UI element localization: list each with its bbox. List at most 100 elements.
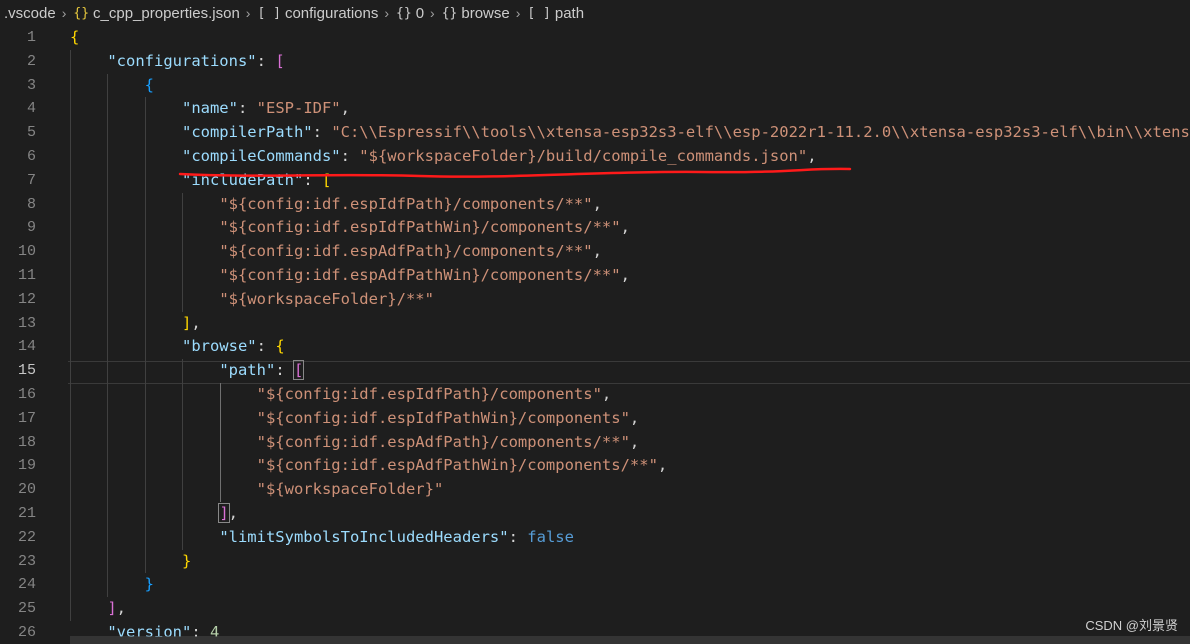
- chevron-right-icon: ›: [61, 5, 67, 21]
- code-token: "${config:idf.espIdfPathWin}/components": [256, 408, 630, 427]
- horizontal-scrollbar[interactable]: [70, 636, 1190, 644]
- code-text: {: [70, 26, 79, 50]
- breadcrumb-label: configurations: [284, 4, 379, 22]
- code-line[interactable]: 13 ],: [0, 312, 1190, 336]
- breadcrumb-item[interactable]: {} browse: [442, 5, 510, 22]
- breadcrumb-label: 0: [415, 4, 425, 22]
- breadcrumb-item[interactable]: [ ] path: [527, 5, 584, 22]
- code-token: :: [256, 51, 276, 70]
- code-text: "${workspaceFolder}/**": [70, 288, 434, 312]
- code-token: ]: [107, 599, 117, 618]
- indent-guide: [144, 97, 146, 574]
- breadcrumb: .vscode › {} c_cpp_properties.json › [ ] confi…: [0, 0, 1190, 26]
- code-token: }: [181, 551, 192, 570]
- code-line[interactable]: 19 "${config:idf.espAdfPathWin}/componen…: [0, 454, 1190, 478]
- line-number: 6: [26, 148, 36, 165]
- line-number: 16: [17, 386, 36, 403]
- code-token: ,: [228, 504, 238, 522]
- code-line[interactable]: 2 "configurations": [: [0, 50, 1190, 74]
- line-number: 8: [26, 195, 36, 213]
- code-text: "browse": {: [70, 335, 285, 359]
- code-token: false: [527, 527, 574, 546]
- line-number: 18: [17, 433, 36, 451]
- code-text: {: [70, 74, 154, 98]
- breadcrumb-item[interactable]: {} 0: [396, 5, 424, 22]
- code-editor[interactable]: 1{2 "configurations": [3 {4 "name": "ESP…: [0, 26, 1190, 644]
- line-number: 21: [17, 505, 36, 522]
- chevron-right-icon: ›: [515, 5, 521, 21]
- code-line[interactable]: 4 "name": "ESP-IDF",: [0, 97, 1190, 121]
- code-line[interactable]: 22 "limitSymbolsToIncludedHeaders": fals…: [0, 526, 1190, 550]
- code-line[interactable]: 15 "path": [: [0, 359, 1190, 383]
- code-token: ,: [620, 266, 630, 284]
- code-token: "configurations": [107, 51, 257, 70]
- code-line[interactable]: 1{: [0, 26, 1190, 50]
- code-token: }: [144, 575, 154, 594]
- indent-guide: [219, 383, 221, 502]
- code-line[interactable]: 21 ],: [0, 502, 1190, 526]
- code-token: "${workspaceFolder}": [256, 480, 444, 499]
- code-line[interactable]: 23 }: [0, 550, 1190, 574]
- code-line[interactable]: 14 "browse": {: [0, 335, 1190, 359]
- code-line[interactable]: 12 "${workspaceFolder}/**": [0, 288, 1190, 312]
- indent-guide: [70, 49, 71, 621]
- breadcrumb-label: path: [554, 4, 585, 22]
- code-token: :: [312, 123, 332, 142]
- code-token: "path": [219, 361, 276, 380]
- code-text: "${config:idf.espAdfPath}/components/**"…: [70, 431, 640, 455]
- code-token: ,: [592, 242, 602, 261]
- code-token: ,: [116, 599, 127, 618]
- line-number: 1: [26, 29, 36, 46]
- line-number: 10: [17, 243, 36, 261]
- line-number: 5: [26, 124, 36, 142]
- line-number: 3: [26, 76, 36, 94]
- line-number: 14: [17, 338, 36, 356]
- code-token: ]: [218, 503, 230, 523]
- code-token: "${config:idf.espAdfPathWin}/components/…: [219, 266, 621, 284]
- code-token: {: [70, 28, 80, 46]
- code-line[interactable]: 17 "${config:idf.espIdfPathWin}/componen…: [0, 407, 1190, 431]
- code-line[interactable]: 25 ],: [0, 597, 1190, 621]
- code-token: ,: [191, 313, 201, 332]
- code-line[interactable]: 11 "${config:idf.espAdfPathWin}/componen…: [0, 264, 1190, 288]
- code-line[interactable]: 20 "${workspaceFolder}": [0, 478, 1190, 502]
- breadcrumb-item[interactable]: {} c_cpp_properties.json: [73, 5, 239, 22]
- code-line[interactable]: 18 "${config:idf.espAdfPath}/components/…: [0, 431, 1190, 455]
- code-token: "browse": [181, 337, 257, 356]
- chevron-right-icon: ›: [245, 5, 251, 21]
- code-line[interactable]: 9 "${config:idf.espIdfPathWin}/component…: [0, 216, 1190, 240]
- array-icon: [ ]: [257, 5, 281, 21]
- code-line[interactable]: 7 "includePath": [: [0, 169, 1190, 193]
- code-line[interactable]: 24 }: [0, 573, 1190, 597]
- breadcrumb-item[interactable]: [ ] configurations: [257, 5, 378, 22]
- code-line[interactable]: 16 "${config:idf.espIdfPath}/components"…: [0, 383, 1190, 407]
- code-token: "includePath": [181, 170, 304, 189]
- code-line[interactable]: 8 "${config:idf.espIdfPath}/components/*…: [0, 193, 1190, 217]
- code-text: "${workspaceFolder}": [70, 478, 444, 502]
- code-text: "configurations": [: [70, 50, 285, 74]
- code-token: "${config:idf.espAdfPath}/components/**": [219, 242, 593, 261]
- code-line[interactable]: 5 "compilerPath": "C:\\Espressif\\tools\…: [0, 121, 1190, 145]
- code-line[interactable]: 6 "compileCommands": "${workspaceFolder}…: [0, 145, 1190, 169]
- code-line[interactable]: 10 "${config:idf.espAdfPath}/components/…: [0, 240, 1190, 264]
- breadcrumb-item[interactable]: .vscode: [4, 5, 56, 22]
- code-text: "${config:idf.espIdfPathWin}/components"…: [70, 407, 640, 431]
- indent-guide: [182, 192, 184, 312]
- code-token: "${config:idf.espIdfPathWin}/components/…: [219, 218, 621, 237]
- code-text: "${config:idf.espIdfPath}/components",: [70, 383, 612, 407]
- watermark: CSDN @刘景贤: [1085, 618, 1178, 633]
- code-line[interactable]: 3 {: [0, 74, 1190, 98]
- indent-guide: [107, 73, 109, 598]
- indent-guide: [182, 359, 184, 550]
- code-token: :: [340, 147, 360, 165]
- line-number: 9: [26, 219, 36, 237]
- code-token: [: [275, 51, 285, 70]
- code-text: "compilerPath": "C:\\Espressif\\tools\\x…: [70, 121, 1190, 145]
- line-number: 23: [17, 552, 36, 570]
- code-token: "${workspaceFolder}/**": [219, 289, 434, 308]
